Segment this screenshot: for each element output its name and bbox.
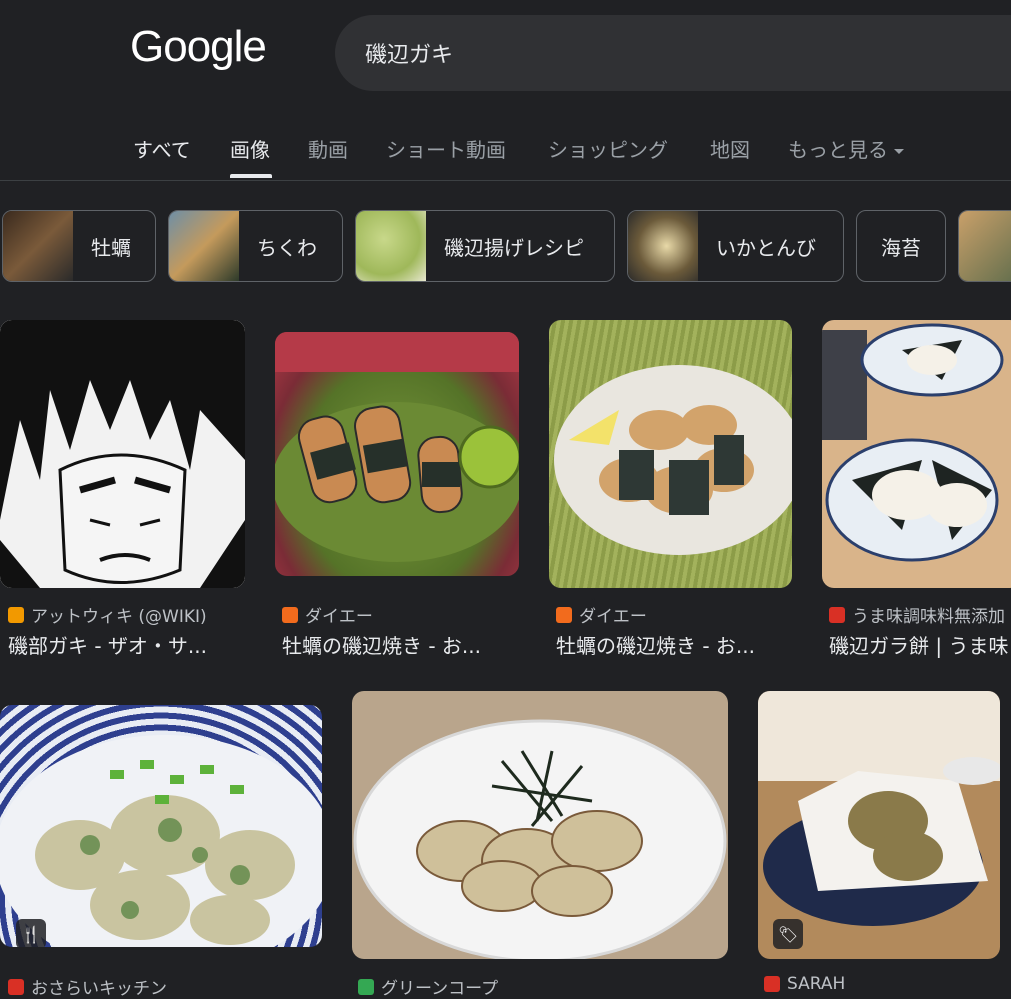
chip-label: 磯辺揚げレシピ — [444, 235, 584, 260]
caret-down-icon — [894, 149, 904, 154]
tab-shopping[interactable]: ショッピング — [548, 134, 668, 163]
chip-thumbnail — [959, 211, 1011, 281]
result-title[interactable]: 牡蠣の磯辺焼き - お... — [556, 630, 796, 659]
result-source[interactable]: SARAH — [764, 974, 845, 994]
chip-thumbnail — [356, 211, 426, 281]
search-query: 磯辺ガキ — [365, 43, 454, 68]
result-image-oyster-green-plate[interactable] — [275, 332, 519, 576]
google-logo[interactable]: Google — [130, 22, 267, 72]
site-favicon-icon — [764, 976, 780, 992]
tab-videos[interactable]: 動画 — [308, 134, 348, 163]
result-title[interactable]: 磯辺ガラ餅 | うま味 — [829, 630, 1011, 659]
source-name: グリーンコープ — [381, 979, 499, 999]
chip-nori[interactable]: 海苔 — [856, 210, 946, 282]
result-image-aonori-oyster[interactable]: 🍴 — [0, 705, 322, 947]
manga-face-illustration — [0, 320, 245, 588]
tab-more[interactable]: もっと見る — [788, 134, 904, 163]
source-name: ダイエー — [305, 607, 373, 627]
source-name: ダイエー — [579, 607, 647, 627]
tab-more-label: もっと見る — [788, 138, 888, 162]
chip-label: 海苔 — [881, 235, 921, 260]
chip-ikatonbi[interactable]: いかとんび — [627, 210, 844, 282]
oyster-nori-illustration — [353, 719, 727, 959]
source-name: アットウィキ (@WIKI) — [31, 607, 207, 627]
oyster-plate-illustration — [554, 365, 792, 555]
site-favicon-icon — [556, 606, 572, 623]
search-input[interactable]: 磯辺ガキ — [335, 15, 1011, 91]
result-source[interactable]: おさらいキッチン — [8, 974, 167, 999]
mochi-illustration — [822, 323, 1004, 562]
result-source[interactable]: ダイエー — [282, 602, 373, 627]
tab-images[interactable]: 画像 — [230, 134, 270, 163]
search-tabs: すべて 画像 動画 ショート動画 ショッピング 地図 もっと見る — [0, 120, 1011, 180]
result-source[interactable]: アットウィキ (@WIKI) — [8, 602, 207, 627]
header-divider — [0, 180, 1011, 181]
result-image-tempura-basket[interactable]: 🏷 — [758, 691, 1000, 959]
site-favicon-icon — [282, 606, 298, 623]
result-image-manga[interactable] — [0, 320, 245, 588]
result-image-isobe-mochi[interactable] — [822, 320, 1011, 588]
active-tab-indicator — [230, 174, 272, 178]
result-image-oyster-white-plate[interactable] — [549, 320, 792, 588]
chip-more[interactable] — [958, 210, 1011, 282]
source-name: SARAH — [787, 974, 846, 994]
chip-thumbnail — [3, 211, 73, 281]
site-favicon-icon — [358, 978, 374, 995]
chip-thumbnail — [169, 211, 239, 281]
chip-label: ちくわ — [257, 235, 317, 260]
tab-all[interactable]: すべて — [133, 134, 191, 163]
site-favicon-icon — [8, 606, 24, 623]
result-source[interactable]: うま味調味料無添加 — [829, 602, 1011, 627]
chip-isobe-age-recipe[interactable]: 磯辺揚げレシピ — [355, 210, 615, 282]
result-image-oyster-nori[interactable] — [352, 691, 728, 959]
tag-icon: 🏷 — [773, 919, 803, 949]
result-title[interactable]: 牡蠣の磯辺焼き - お... — [282, 630, 522, 659]
fork-knife-icon: 🍴 — [16, 919, 46, 947]
chip-oyster[interactable]: 牡蠣 — [2, 210, 156, 282]
chip-thumbnail — [628, 211, 698, 281]
tab-short-videos[interactable]: ショート動画 — [386, 134, 506, 163]
source-name: うま味調味料無添加 — [852, 607, 1005, 627]
result-source[interactable]: グリーンコープ — [358, 974, 498, 999]
tab-maps[interactable]: 地図 — [710, 134, 750, 163]
aonori-oyster-illustration — [0, 735, 322, 947]
result-source[interactable]: ダイエー — [556, 602, 647, 627]
chip-label: いかとんび — [716, 235, 816, 260]
site-favicon-icon — [8, 978, 24, 995]
oyster-rolls-illustration — [275, 332, 519, 562]
chip-chikuwa[interactable]: ちくわ — [168, 210, 343, 282]
source-name: おさらいキッチン — [31, 979, 167, 999]
chip-label: 牡蠣 — [91, 235, 131, 260]
result-title[interactable]: 磯部ガキ - ザオ・サ... — [8, 630, 248, 659]
site-favicon-icon — [829, 606, 845, 623]
